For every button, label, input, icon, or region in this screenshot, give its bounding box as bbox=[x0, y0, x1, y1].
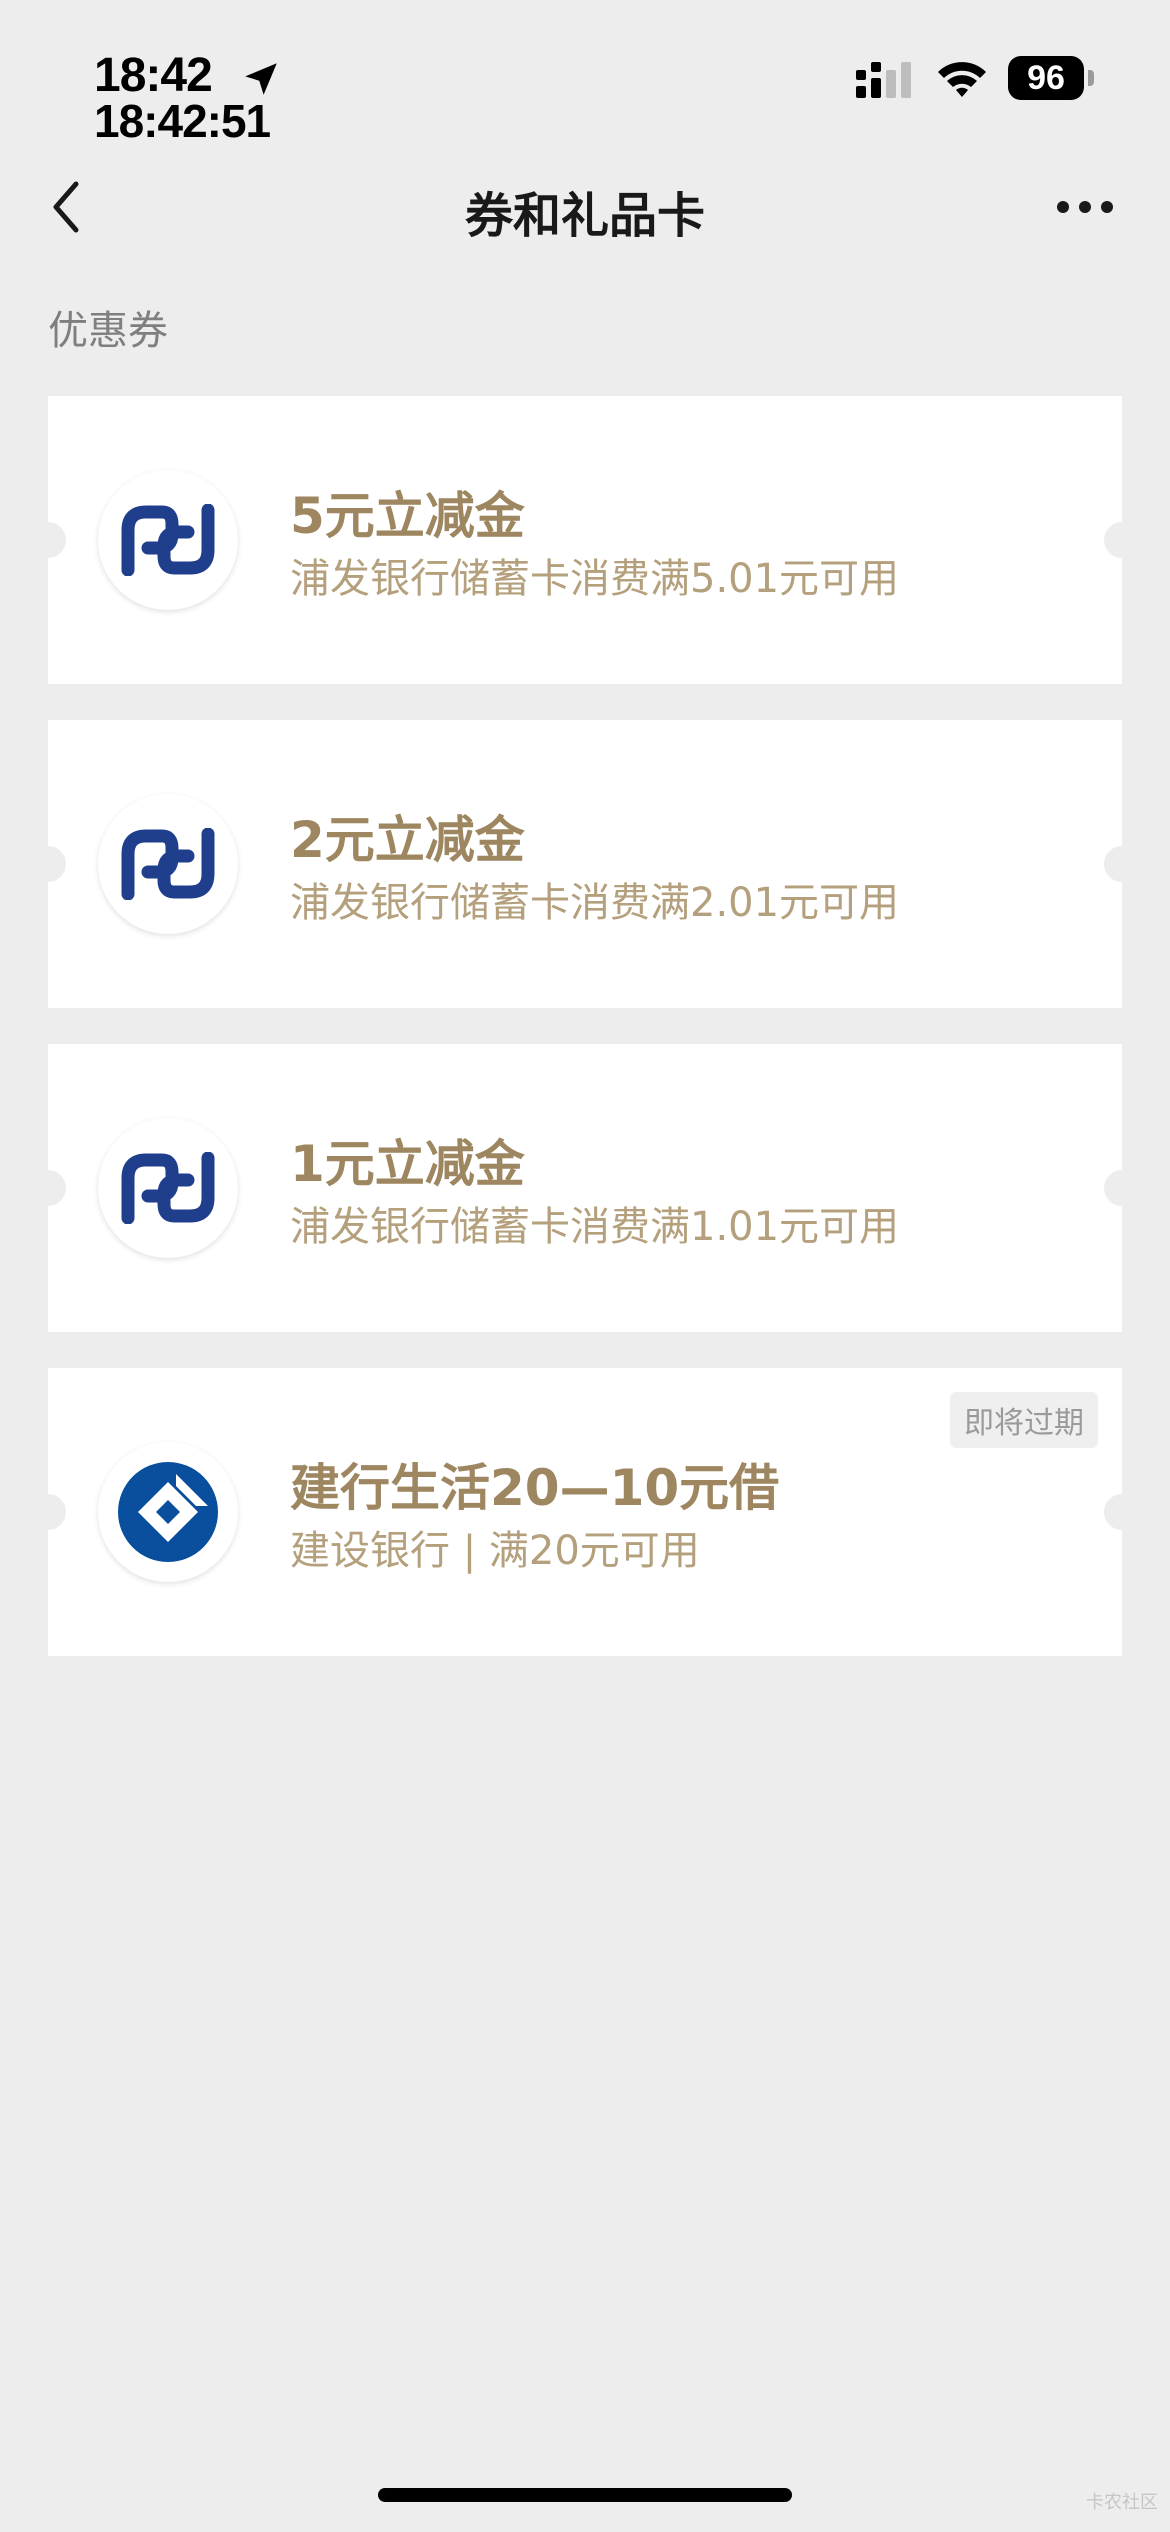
screen: 18:42 18:42:51 96 券和礼品卡 优惠券 5元立减金 浦发银行储蓄… bbox=[0, 0, 1170, 2532]
coupon-desc: 浦发银行储蓄卡消费满5.01元可用 bbox=[290, 556, 900, 602]
coupon-desc: 建设银行 | 满20元可用 bbox=[290, 1528, 700, 1574]
card-notch-right bbox=[1104, 522, 1140, 558]
battery-cap bbox=[1088, 70, 1094, 86]
ccb-logo-icon bbox=[98, 1442, 238, 1582]
more-dots-icon[interactable] bbox=[1056, 196, 1114, 218]
coupon-card[interactable]: 5元立减金 浦发银行储蓄卡消费满5.01元可用 bbox=[30, 396, 1140, 684]
card-notch-right bbox=[1104, 846, 1140, 882]
coupon-title: 2元立减金 bbox=[290, 811, 525, 869]
spdb-logo-icon bbox=[98, 794, 238, 934]
spdb-logo-icon bbox=[98, 1118, 238, 1258]
section-title-coupons: 优惠券 bbox=[48, 308, 168, 354]
signal-icon bbox=[856, 62, 911, 98]
coupon-title: 建行生活20—10元借 bbox=[290, 1459, 780, 1517]
battery-level: 96 bbox=[1027, 58, 1065, 97]
home-indicator[interactable] bbox=[378, 2488, 792, 2502]
coupon-desc: 浦发银行储蓄卡消费满1.01元可用 bbox=[290, 1204, 900, 1250]
spdb-mark bbox=[121, 828, 215, 900]
expiring-soon-badge: 即将过期 bbox=[950, 1392, 1098, 1448]
card-notch-right bbox=[1104, 1170, 1140, 1206]
card-notch-left bbox=[30, 846, 66, 882]
coupon-card[interactable]: 2元立减金 浦发银行储蓄卡消费满2.01元可用 bbox=[30, 720, 1140, 1008]
page-title: 券和礼品卡 bbox=[464, 188, 705, 244]
coupon-card[interactable]: 1元立减金 浦发银行储蓄卡消费满1.01元可用 bbox=[30, 1044, 1140, 1332]
battery-icon: 96 bbox=[1008, 56, 1084, 100]
spdb-mark bbox=[121, 1152, 215, 1224]
status-bar: 18:42 18:42:51 96 bbox=[0, 0, 1170, 150]
ccb-mark bbox=[118, 1462, 218, 1562]
coupon-title: 1元立减金 bbox=[290, 1135, 525, 1193]
coupon-title: 5元立减金 bbox=[290, 487, 525, 545]
card-notch-left bbox=[30, 522, 66, 558]
spdb-logo-icon bbox=[98, 470, 238, 610]
spdb-mark bbox=[121, 504, 215, 576]
card-notch-left bbox=[30, 1494, 66, 1530]
watermark: 卡农社区 bbox=[1086, 2492, 1158, 2513]
coupon-card[interactable]: 即将过期 建行生活20—10元借 建设银行 | 满20元可用 bbox=[30, 1368, 1140, 1656]
card-notch-left bbox=[30, 1170, 66, 1206]
status-time-detail: 18:42:51 bbox=[94, 95, 271, 147]
coupon-desc: 浦发银行储蓄卡消费满2.01元可用 bbox=[290, 880, 900, 926]
card-notch-right bbox=[1104, 1494, 1140, 1530]
wifi-icon bbox=[938, 62, 986, 97]
